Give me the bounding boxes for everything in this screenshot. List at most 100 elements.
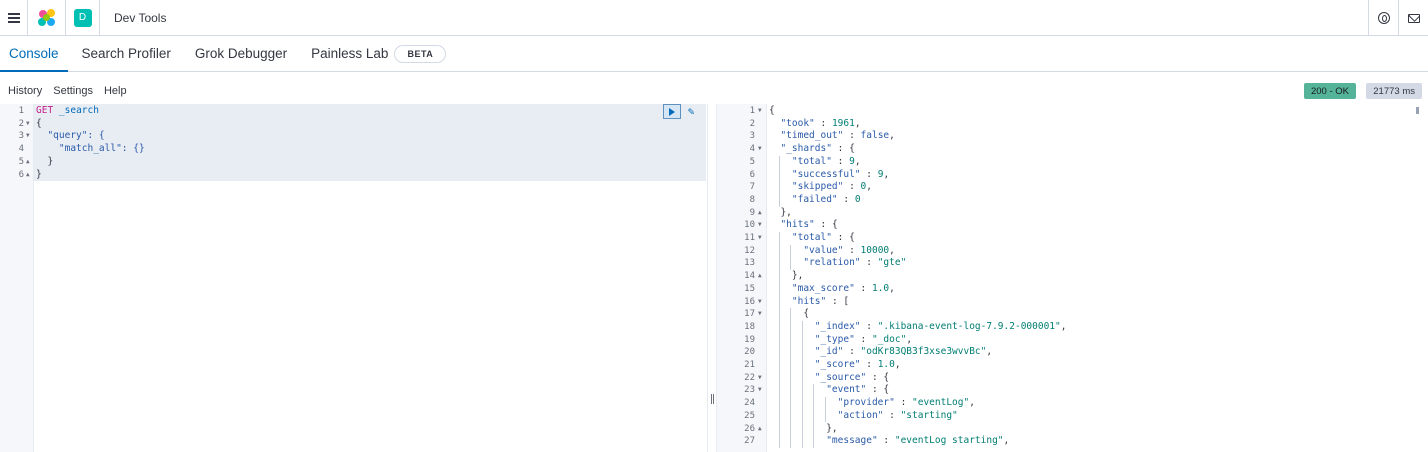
request-line: "match_all": {} — [36, 143, 145, 155]
help-menu-button[interactable] — [1368, 0, 1398, 36]
pane-resizer[interactable] — [707, 104, 717, 452]
line-number: 14 — [744, 271, 755, 282]
line-number: 26 — [744, 423, 755, 434]
response-line: "message" : "eventLog starting", — [826, 435, 1010, 447]
fold-toggle-icon[interactable]: ▼ — [758, 296, 762, 309]
line-number: 5 — [749, 156, 755, 167]
line-number: 11 — [744, 233, 755, 243]
line-number: 3 — [18, 131, 24, 142]
line-number: 24 — [744, 398, 755, 409]
response-line: }, — [769, 270, 804, 282]
line-number: 5 — [18, 156, 24, 167]
response-line: "_source" : { — [814, 371, 890, 383]
tab-painless-lab[interactable]: Painless Lab BETA — [302, 36, 455, 71]
breadcrumb: Dev Tools — [114, 10, 167, 25]
mail-icon — [1407, 13, 1420, 23]
drag-handle-icon — [711, 394, 714, 404]
scrollbar-thumb[interactable] — [1416, 107, 1419, 114]
tab-search-profiler[interactable]: Search Profiler — [73, 36, 180, 71]
request-editor[interactable]: 1 2 3 4 5 6 ▼ ▼ ▲ ▲ GET _search { "query… — [0, 104, 707, 452]
line-number: 2 — [749, 118, 755, 129]
fold-toggle-icon[interactable]: ▼ — [26, 118, 30, 131]
line-number: 25 — [744, 410, 755, 421]
newsfeed-button[interactable] — [1398, 0, 1428, 36]
line-number: 21 — [744, 360, 755, 370]
line-number: 4 — [18, 144, 24, 155]
line-number: 10 — [744, 220, 755, 231]
fold-toggle-icon[interactable]: ▲ — [758, 270, 762, 283]
status-badge: 200 - OK — [1303, 83, 1356, 99]
request-options-button[interactable]: ✎ — [683, 104, 699, 119]
request-line: GET _search — [36, 105, 99, 118]
tab-grok-debugger[interactable]: Grok Debugger — [186, 36, 296, 71]
line-number: 1 — [749, 106, 755, 116]
response-line: "action" : "starting" — [837, 409, 958, 421]
fold-toggle-icon[interactable]: ▲ — [26, 169, 30, 182]
response-line: "total" : 9, — [791, 155, 861, 167]
tab-console[interactable]: Console — [0, 36, 68, 72]
indent-guide — [779, 155, 780, 207]
line-number: 9 — [749, 207, 755, 218]
fold-toggle-icon[interactable]: ▼ — [758, 219, 762, 232]
request-line: "query": { — [36, 130, 105, 142]
request-path: _search — [58, 105, 99, 116]
indent-guide — [825, 397, 826, 423]
fold-toggle-icon[interactable]: ▼ — [758, 384, 762, 397]
menu-button[interactable] — [0, 0, 28, 36]
response-line: "failed" : 0 — [791, 193, 861, 205]
request-line: } — [36, 168, 42, 180]
response-line: "hits" : [ — [791, 295, 850, 307]
kibana-logo-button[interactable] — [28, 0, 66, 36]
line-number: 3 — [749, 131, 755, 142]
indent-guide — [790, 308, 791, 448]
fold-toggle-icon[interactable]: ▼ — [758, 308, 762, 321]
help-icon — [1377, 12, 1390, 24]
timing-badge: 21773 ms — [1366, 83, 1422, 99]
response-line: "provider" : "eventLog", — [837, 397, 975, 409]
fold-toggle-icon[interactable]: ▲ — [26, 156, 30, 169]
line-number: 2 — [18, 118, 24, 129]
fold-toggle-icon[interactable]: ▼ — [758, 105, 762, 118]
response-line: "_shards" : { — [780, 143, 855, 155]
response-line: "value" : 10000, — [803, 244, 895, 256]
elastic-logo-icon — [37, 8, 56, 27]
response-viewer[interactable]: 1 ▼{2 "took" : 1961, 3 "timed_out" : false… — [717, 104, 1428, 452]
line-number: 6 — [749, 169, 755, 180]
line-number: 8 — [749, 194, 755, 205]
line-number: 15 — [744, 283, 755, 294]
beta-badge: BETA — [394, 44, 447, 63]
fold-toggle-icon[interactable]: ▲ — [758, 207, 762, 220]
response-line: { — [769, 105, 775, 116]
response-line: "hits" : { — [780, 219, 838, 231]
fold-toggle-icon[interactable]: ▼ — [26, 130, 30, 143]
dev-tools-tabs: Console Search Profiler Grok Debugger Pa… — [0, 36, 1428, 72]
fold-toggle-icon[interactable]: ▲ — [758, 423, 762, 436]
fold-toggle-icon[interactable]: ▼ — [758, 143, 762, 156]
line-number: 12 — [744, 245, 755, 256]
response-line: "timed_out" : false, — [780, 130, 895, 142]
indent-guide — [802, 320, 803, 448]
space-selector[interactable]: D — [66, 0, 100, 36]
indent-guide — [790, 244, 791, 271]
line-number: 1 — [18, 106, 24, 116]
indent-guide — [813, 384, 814, 448]
line-number: 22 — [744, 372, 755, 383]
send-request-button[interactable] — [663, 104, 681, 119]
response-line: "skipped" : 0, — [791, 181, 873, 193]
line-number: 4 — [749, 144, 755, 155]
response-line: "successful" : 9, — [791, 168, 890, 180]
line-number: 20 — [744, 347, 755, 358]
line-number: 19 — [744, 334, 755, 345]
response-line: "max_score" : 1.0, — [791, 282, 895, 294]
line-number: 13 — [744, 258, 755, 269]
settings-link[interactable]: Settings — [53, 85, 93, 97]
response-line: "took" : 1961, — [780, 117, 861, 129]
line-number: 18 — [744, 321, 755, 332]
help-link[interactable]: Help — [104, 85, 127, 97]
request-line: { — [36, 117, 42, 129]
history-link[interactable]: History — [8, 85, 42, 97]
fold-toggle-icon[interactable]: ▼ — [758, 372, 762, 385]
fold-toggle-icon[interactable]: ▼ — [758, 232, 762, 245]
line-number: 23 — [744, 385, 755, 396]
indent-guide — [779, 232, 780, 448]
